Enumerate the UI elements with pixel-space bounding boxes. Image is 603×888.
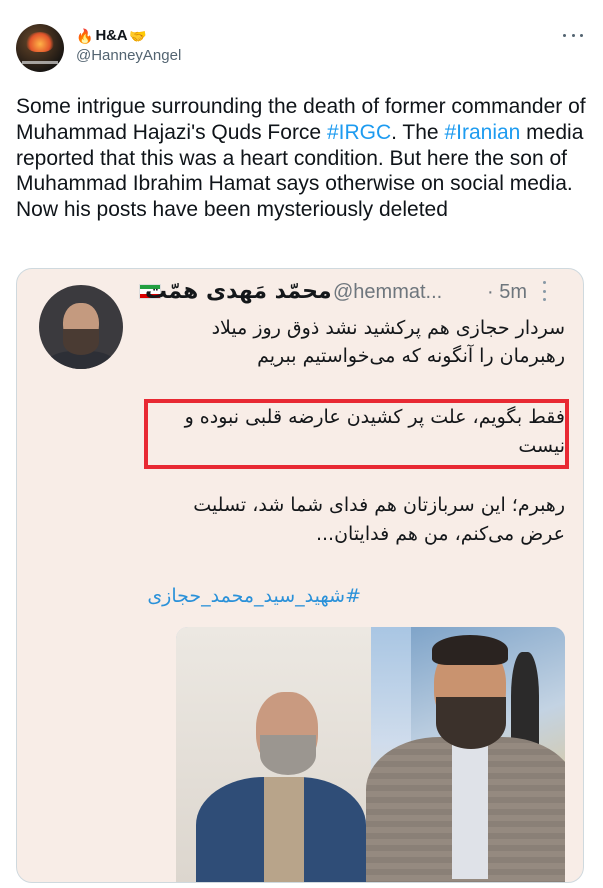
embedded-screenshot-card[interactable]: محمّد مَهدی همّت @hemmat... · 5m سردار ح… (16, 268, 584, 883)
embedded-photo (176, 627, 565, 882)
tweet-text-part: Now his posts have been mysteriously del… (16, 198, 448, 222)
more-options-icon[interactable] (563, 28, 583, 42)
tweet-text: Some intrigue surrounding the death of f… (16, 94, 591, 223)
hashtag-irgc-link[interactable]: #IRGC (327, 121, 391, 144)
handshake-emoji-icon: 🤝 (129, 27, 147, 44)
embedded-timestamp: · 5m (487, 281, 527, 303)
avatar-caption-line (22, 61, 58, 64)
embedded-display-name: محمّد مَهدی همّت (145, 279, 332, 304)
fire-emoji-icon: 🔥 (76, 27, 94, 44)
embedded-handle: @hemmat... (333, 281, 443, 303)
embedded-more-icon (540, 281, 548, 301)
embedded-hashtag: #شهید_سید_محمد_حجازی (147, 585, 361, 607)
tweet-text-part: . The (391, 120, 445, 144)
embedded-avatar (39, 285, 123, 369)
embedded-paragraph-3: رهبرم؛ این سربازتان هم فدای شما شد، تسلی… (193, 494, 565, 545)
display-name[interactable]: H&A (95, 27, 127, 44)
embedded-tweet: محمّد مَهدی همّت @hemmat... · 5m سردار ح… (17, 269, 583, 882)
display-name-row[interactable]: 🔥 H&A 🤝 (76, 27, 147, 44)
embedded-paragraph-2: فقط بگویم، علت پر کشیدن عارضه قلبی نبوده… (184, 406, 565, 457)
embedded-paragraph-1: سردار حجازی هم پرکشید نشد ذوق روز میلاد … (211, 317, 565, 367)
tweet-header: 🔥 H&A 🤝 @HanneyAngel (0, 0, 603, 80)
user-handle[interactable]: @HanneyAngel (76, 47, 181, 64)
avatar-fire-graphic (26, 32, 54, 52)
user-avatar[interactable] (16, 24, 64, 72)
hashtag-iranian-link[interactable]: #Iranian (444, 121, 520, 144)
